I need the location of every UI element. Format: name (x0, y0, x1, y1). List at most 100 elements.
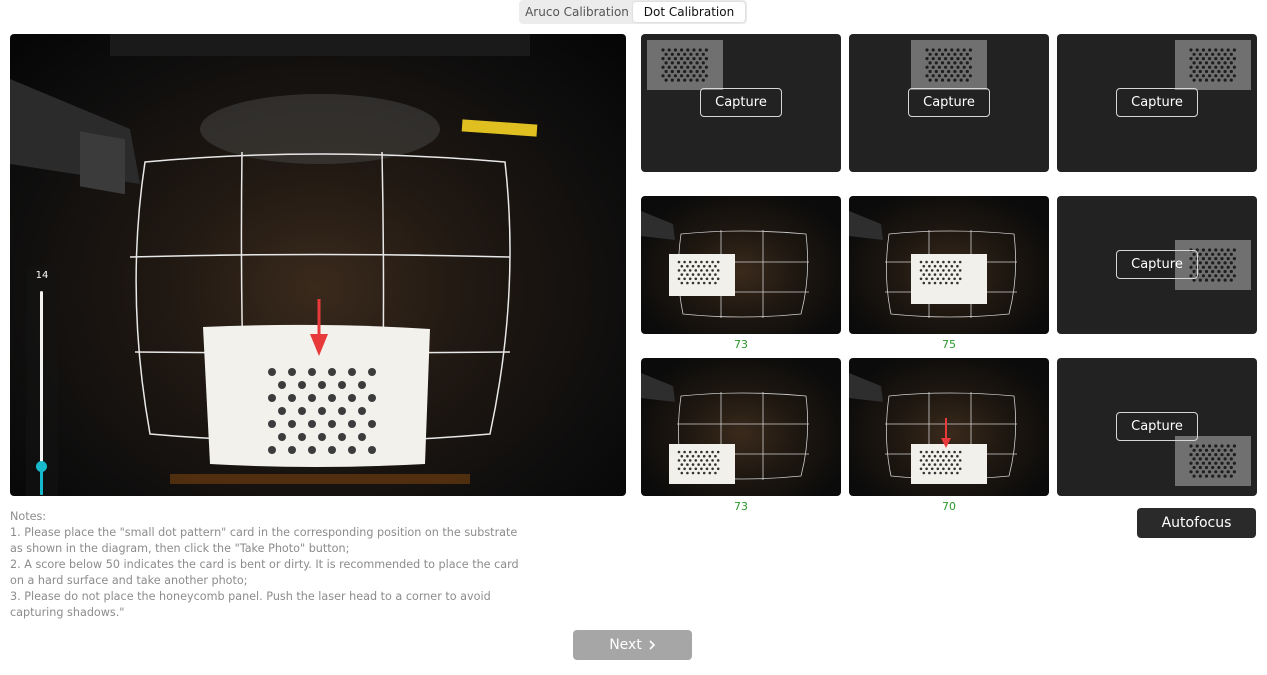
pattern-dot (691, 471, 695, 475)
pattern-dot (683, 450, 686, 454)
calibration-dot (308, 394, 316, 402)
pattern-dot (691, 264, 695, 268)
calibration-dot (288, 446, 296, 454)
pattern-dot (1223, 78, 1227, 82)
pattern-dot (683, 277, 686, 281)
pattern-dot (919, 459, 923, 462)
pattern-dot (1198, 465, 1202, 470)
calibration-dot (268, 394, 276, 402)
pattern-dot (1201, 461, 1205, 465)
capture-button[interactable]: Capture (700, 88, 782, 117)
pattern-dot (716, 467, 720, 471)
pattern-dot (1217, 457, 1221, 461)
brightness-slider[interactable]: 14 (26, 267, 58, 496)
pattern-dot (956, 74, 960, 78)
capture-slot[interactable] (641, 358, 841, 496)
pattern-dot (694, 269, 698, 272)
pattern-dot (925, 277, 928, 281)
pattern-dot (680, 264, 684, 268)
pattern-dot (922, 463, 926, 466)
pattern-dot (931, 57, 935, 61)
next-button[interactable]: Next (573, 630, 692, 660)
pattern-dot (956, 454, 959, 458)
pattern-dot (942, 277, 945, 281)
pattern-dot (1198, 474, 1202, 478)
pattern-dot (950, 65, 954, 69)
pattern-dot (933, 471, 937, 475)
pattern-dot (1223, 261, 1227, 265)
pattern-dot (933, 264, 937, 268)
pattern-dot (937, 57, 941, 61)
pattern-dot (1220, 248, 1224, 252)
pattern-dot (1211, 69, 1215, 74)
pattern-dot (944, 463, 948, 466)
pattern-dot (701, 61, 705, 65)
capture-slot[interactable] (849, 358, 1049, 496)
pattern-dot (676, 69, 681, 74)
pattern-dot (711, 467, 714, 471)
capture-slot: Capture (641, 34, 841, 172)
pattern-dot (680, 57, 684, 61)
pattern-dot (956, 463, 959, 466)
calibration-dot (278, 407, 286, 415)
pattern-dot (677, 277, 681, 281)
pattern-dot (956, 273, 959, 276)
pattern-dot (683, 78, 687, 82)
capture-button[interactable]: Capture (1116, 250, 1198, 279)
pattern-dot (937, 74, 941, 78)
pattern-dot (1189, 65, 1193, 69)
pattern-dot (1217, 448, 1221, 452)
brightness-thumb[interactable] (36, 461, 47, 473)
pattern-dot (968, 74, 972, 78)
calibration-dot (328, 394, 336, 402)
pattern-dot (698, 48, 702, 52)
pattern-dot (953, 69, 957, 74)
pattern-dot (701, 52, 705, 56)
capture-slot[interactable] (641, 196, 841, 334)
pattern-dot (947, 277, 951, 281)
autofocus-button[interactable]: Autofocus (1137, 508, 1256, 538)
pattern-dot (1201, 48, 1205, 52)
pattern-dot (1229, 278, 1233, 282)
pattern-dot (1192, 61, 1196, 65)
calibration-dot (358, 381, 366, 389)
pattern-card (911, 444, 987, 484)
pattern-dot (1229, 465, 1233, 470)
pattern-dot (919, 450, 923, 454)
pattern-dot (1198, 78, 1202, 82)
pattern-dot (933, 273, 937, 276)
pattern-dot (939, 273, 942, 276)
pattern-dot (1208, 48, 1212, 52)
capture-button[interactable]: Capture (908, 88, 990, 117)
pattern-dot (698, 57, 702, 61)
pattern-dot (714, 264, 717, 268)
pattern-dot (1198, 448, 1202, 452)
tab-aruco-calibration[interactable]: Aruco Calibration (521, 2, 633, 22)
calibration-dot (278, 433, 286, 441)
pattern-dot (686, 454, 689, 458)
pattern-dot (959, 61, 963, 65)
pattern-dot (1189, 444, 1193, 448)
pattern-dot (942, 467, 945, 471)
pattern-dot (962, 57, 966, 61)
calibration-dot (338, 381, 346, 389)
pattern-dot (1208, 248, 1212, 252)
capture-button[interactable]: Capture (1116, 88, 1198, 117)
pattern-dot (922, 454, 926, 458)
tab-dot-calibration[interactable]: Dot Calibration (633, 2, 745, 22)
pattern-dot (1211, 261, 1215, 265)
pattern-dot (1198, 457, 1202, 461)
capture-button[interactable]: Capture (1116, 412, 1198, 441)
pattern-dot (694, 260, 698, 264)
pattern-dot (1204, 78, 1209, 82)
pattern-dot (1204, 474, 1209, 478)
capture-slot[interactable] (849, 196, 1049, 334)
pattern-dot (925, 459, 928, 462)
pattern-dot (683, 269, 686, 272)
capture-score: 75 (942, 338, 956, 351)
laser-head (849, 211, 883, 240)
pattern-dot (944, 454, 948, 458)
calibration-dot (368, 446, 376, 454)
pattern-dot (959, 78, 963, 82)
pattern-dot (950, 57, 954, 61)
